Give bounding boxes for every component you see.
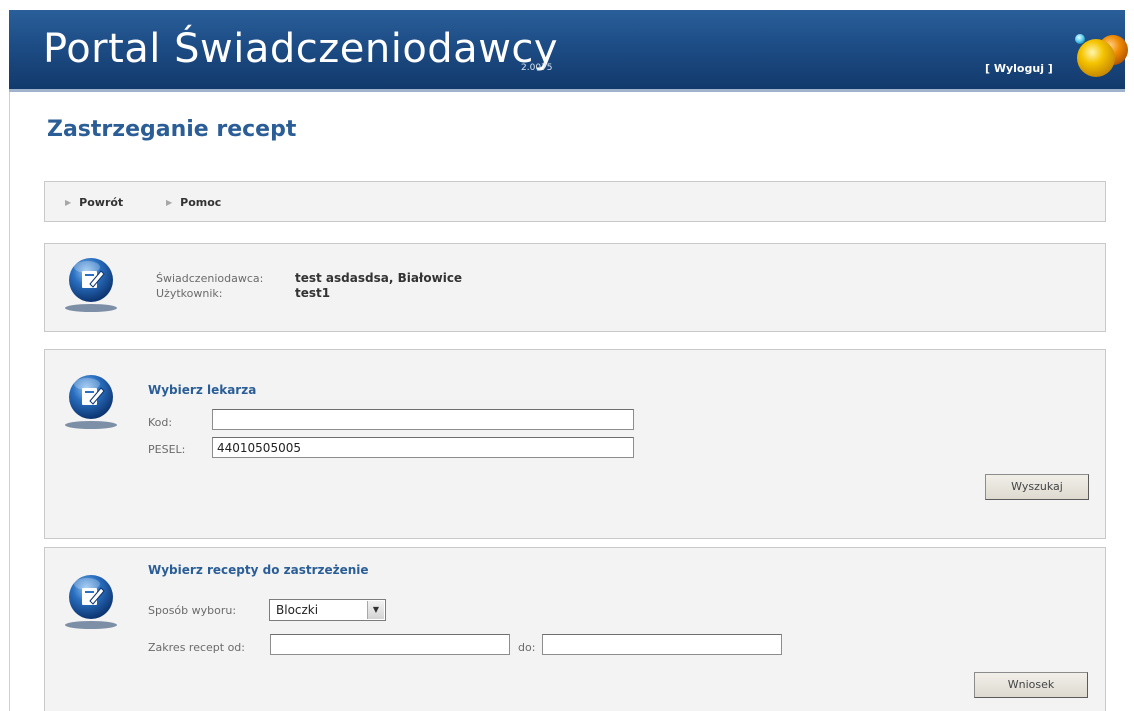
toolbar: ▶ Powrót ▶ Pomoc: [44, 181, 1106, 222]
portal-logo-icon: [1075, 34, 1128, 77]
method-select[interactable]: Bloczki ▼: [269, 599, 386, 621]
chevron-down-icon[interactable]: ▼: [367, 601, 384, 619]
page-title: Zastrzeganie recept: [47, 117, 297, 142]
help-link[interactable]: ▶ Pomoc: [166, 196, 221, 209]
portal-version: 2.0075: [521, 63, 553, 73]
range-to-input[interactable]: [542, 634, 782, 655]
triangle-right-icon: ▶: [166, 198, 173, 207]
pesel-label: PESEL:: [148, 443, 186, 456]
user-label: Użytkownik:: [156, 287, 223, 300]
code-input[interactable]: [212, 409, 634, 430]
edit-document-icon: [65, 375, 117, 429]
portal-header: Portal Świadczeniodawcy 2.0075 [ Wyloguj…: [9, 10, 1128, 92]
back-label: Powrót: [79, 196, 124, 209]
edit-document-icon: [65, 575, 117, 629]
edit-document-icon: [65, 258, 117, 312]
prescription-section-title: Wybierz recepty do zastrzeżenie: [148, 563, 369, 577]
code-label: Kod:: [148, 416, 173, 429]
pesel-input[interactable]: [212, 437, 634, 458]
help-label: Pomoc: [180, 196, 222, 209]
provider-label: Świadczeniodawca:: [156, 272, 264, 285]
range-from-input[interactable]: [270, 634, 510, 655]
portal-title: Portal Świadczeniodawcy: [43, 26, 559, 72]
logout-link[interactable]: [ Wyloguj ]: [985, 62, 1053, 75]
method-select-value: Bloczki: [276, 603, 319, 617]
triangle-right-icon: ▶: [65, 198, 72, 207]
method-label: Sposób wyboru:: [148, 604, 237, 617]
user-value: test1: [295, 286, 331, 300]
provider-value: test asdasdsa, Białowice: [295, 271, 463, 285]
doctor-section-title: Wybierz lekarza: [148, 383, 257, 397]
range-from-label: Zakres recept od:: [148, 641, 245, 654]
search-button[interactable]: Wyszukaj: [985, 474, 1089, 500]
back-link[interactable]: ▶ Powrót: [65, 196, 123, 209]
submit-request-button[interactable]: Wniosek: [974, 672, 1088, 698]
range-to-label: do:: [518, 641, 536, 654]
